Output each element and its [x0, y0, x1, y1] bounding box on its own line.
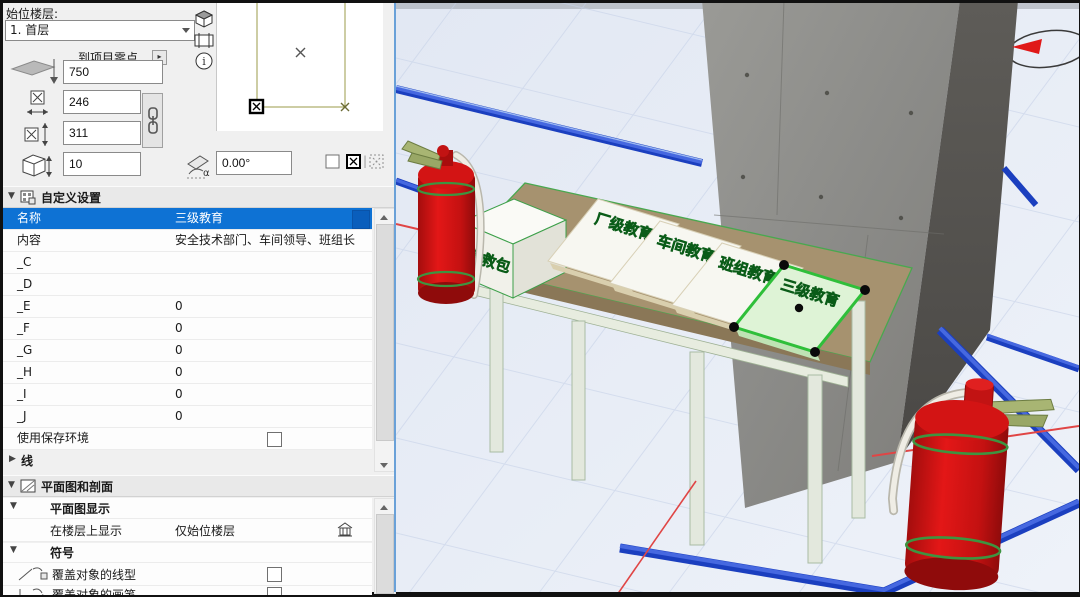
section-line[interactable]: ▶ 线 [3, 451, 394, 471]
scroll-up-arrow[interactable] [375, 209, 393, 223]
elevation-input[interactable] [63, 60, 163, 84]
height-input[interactable] [63, 152, 141, 176]
info-icon[interactable]: i [195, 52, 214, 74]
param-value: 0 [175, 340, 183, 361]
scroll-thumb[interactable] [376, 514, 394, 594]
line-section-title: 线 [21, 452, 33, 469]
object-settings-panel: 始位楼层: 1. 首层 到项目零点 ▸ [3, 3, 394, 592]
param-row-e[interactable]: _E 0 [3, 296, 372, 318]
param-label: _G [17, 340, 32, 361]
rotation-angle-icon: α [185, 152, 217, 185]
slab-elevation-icon [8, 55, 62, 92]
anchor-crossed-checkbox[interactable] [346, 154, 362, 173]
rotation-angle-input[interactable] [216, 151, 292, 175]
svg-text:i: i [202, 55, 206, 68]
linetype-pen-icon [17, 566, 49, 586]
edit-value-button[interactable] [352, 210, 370, 229]
chain-link-icon [147, 106, 159, 136]
param-label: 名称 [17, 208, 41, 229]
custom-settings-icon [20, 189, 37, 208]
section-plan-and-section[interactable]: ▼ 平面图和剖面 [3, 475, 394, 497]
override-pen-label: 覆盖对象的画笔 [52, 586, 136, 595]
param-label: _E [17, 296, 31, 317]
override-linetype-row[interactable]: 覆盖对象的线型 [3, 563, 372, 586]
param-value: 三级教育 [175, 208, 223, 229]
collapse-triangle-icon: ▼ [8, 191, 15, 201]
param-row-content[interactable]: 内容 安全技术部门、车间领导、班组长三... [3, 230, 372, 252]
override-pen-row[interactable]: 覆盖对象的画笔 [3, 586, 372, 595]
param-value: 0 [175, 296, 183, 317]
link-dimensions-button[interactable] [142, 93, 163, 148]
param-row-g[interactable]: _G 0 [3, 340, 372, 362]
home-story-dropdown[interactable]: 1. 首层 [5, 20, 195, 41]
home-story-value: 1. 首层 [10, 23, 49, 37]
width-input[interactable] [63, 90, 141, 114]
plan-section-icon [20, 478, 38, 497]
param-row-j[interactable]: _J 0 [3, 406, 372, 428]
depth-dimension-icon [23, 120, 53, 153]
3d-viewport[interactable]: 急救包 厂级教育 车间教育 班组教育 三级教育 [394, 3, 1079, 592]
param-value: 0 [175, 362, 183, 383]
anchor-handle-selected [250, 100, 263, 113]
param-label: _D [17, 274, 32, 295]
depth-input[interactable] [63, 121, 141, 145]
custom-settings-title: 自定义设置 [41, 189, 101, 206]
section-custom-settings[interactable]: ▼ 自定义设置 [3, 186, 394, 208]
anchor-dashed-checkbox[interactable] [369, 154, 385, 173]
plan-section-title: 平面图和剖面 [41, 478, 113, 495]
story-building-icon [336, 521, 354, 541]
param-row-c[interactable]: _C [3, 252, 372, 274]
custom-settings-scrollbar[interactable] [374, 208, 396, 472]
param-row-use-saved-env[interactable]: 使用保存环境 [3, 428, 372, 450]
param-label: 使用保存环境 [17, 428, 89, 449]
param-value: 0 [175, 406, 183, 427]
height-dimension-icon [19, 151, 53, 184]
hotspot-cross-center [296, 48, 305, 57]
param-row-i[interactable]: _I 0 [3, 384, 372, 406]
param-label: _F [17, 318, 30, 339]
param-value: 0 [175, 384, 183, 405]
param-row-f[interactable]: _F 0 [3, 318, 372, 340]
param-label: _H [17, 362, 32, 383]
collapse-triangle-icon: ▼ [10, 545, 17, 555]
scroll-up-arrow[interactable] [375, 499, 393, 513]
param-label: _J [17, 406, 27, 427]
placement-preview[interactable] [216, 3, 383, 131]
plan-display-subsection[interactable]: ▼ 平面图显示 [3, 498, 372, 519]
collapse-triangle-icon: ▼ [10, 501, 17, 511]
pen-icon [17, 587, 49, 595]
show-on-stories-row[interactable]: 在楼层上显示 仅始位楼层 [3, 519, 372, 542]
screenshot-root: 始位楼层: 1. 首层 到项目零点 ▸ [0, 0, 1080, 597]
override-linetype-label: 覆盖对象的线型 [52, 566, 136, 583]
3d-view-icon[interactable] [194, 9, 214, 32]
collapsed-triangle-icon: ▶ [9, 454, 16, 464]
symbol-title: 符号 [50, 544, 74, 561]
param-label: 内容 [17, 230, 41, 251]
section-view-icon[interactable] [193, 32, 215, 52]
symbol-subsection[interactable]: ▼ 符号 [3, 543, 372, 563]
param-label: _I [17, 384, 27, 405]
width-dimension-icon [25, 89, 51, 122]
anchor-empty-checkbox[interactable] [325, 154, 341, 173]
param-row-d[interactable]: _D [3, 274, 372, 296]
chevron-down-icon [182, 28, 190, 33]
use-saved-env-checkbox[interactable] [267, 432, 282, 447]
plan-display-title: 平面图显示 [50, 500, 110, 517]
scroll-thumb[interactable] [376, 224, 394, 441]
svg-text:α: α [203, 168, 210, 179]
override-linetype-checkbox[interactable] [267, 567, 282, 582]
show-on-stories-value: 仅始位楼层 [175, 522, 235, 539]
param-value: 0 [175, 318, 183, 339]
show-on-stories-label: 在楼层上显示 [50, 522, 122, 539]
param-label: _C [17, 252, 31, 273]
param-row-h[interactable]: _H 0 [3, 362, 372, 384]
param-row-name[interactable]: 名称 三级教育 [3, 208, 372, 230]
override-pen-checkbox[interactable] [267, 587, 282, 595]
collapse-triangle-icon: ▼ [8, 480, 15, 490]
plan-section-scrollbar[interactable] [374, 498, 396, 594]
anchor-separator: | [363, 154, 367, 168]
